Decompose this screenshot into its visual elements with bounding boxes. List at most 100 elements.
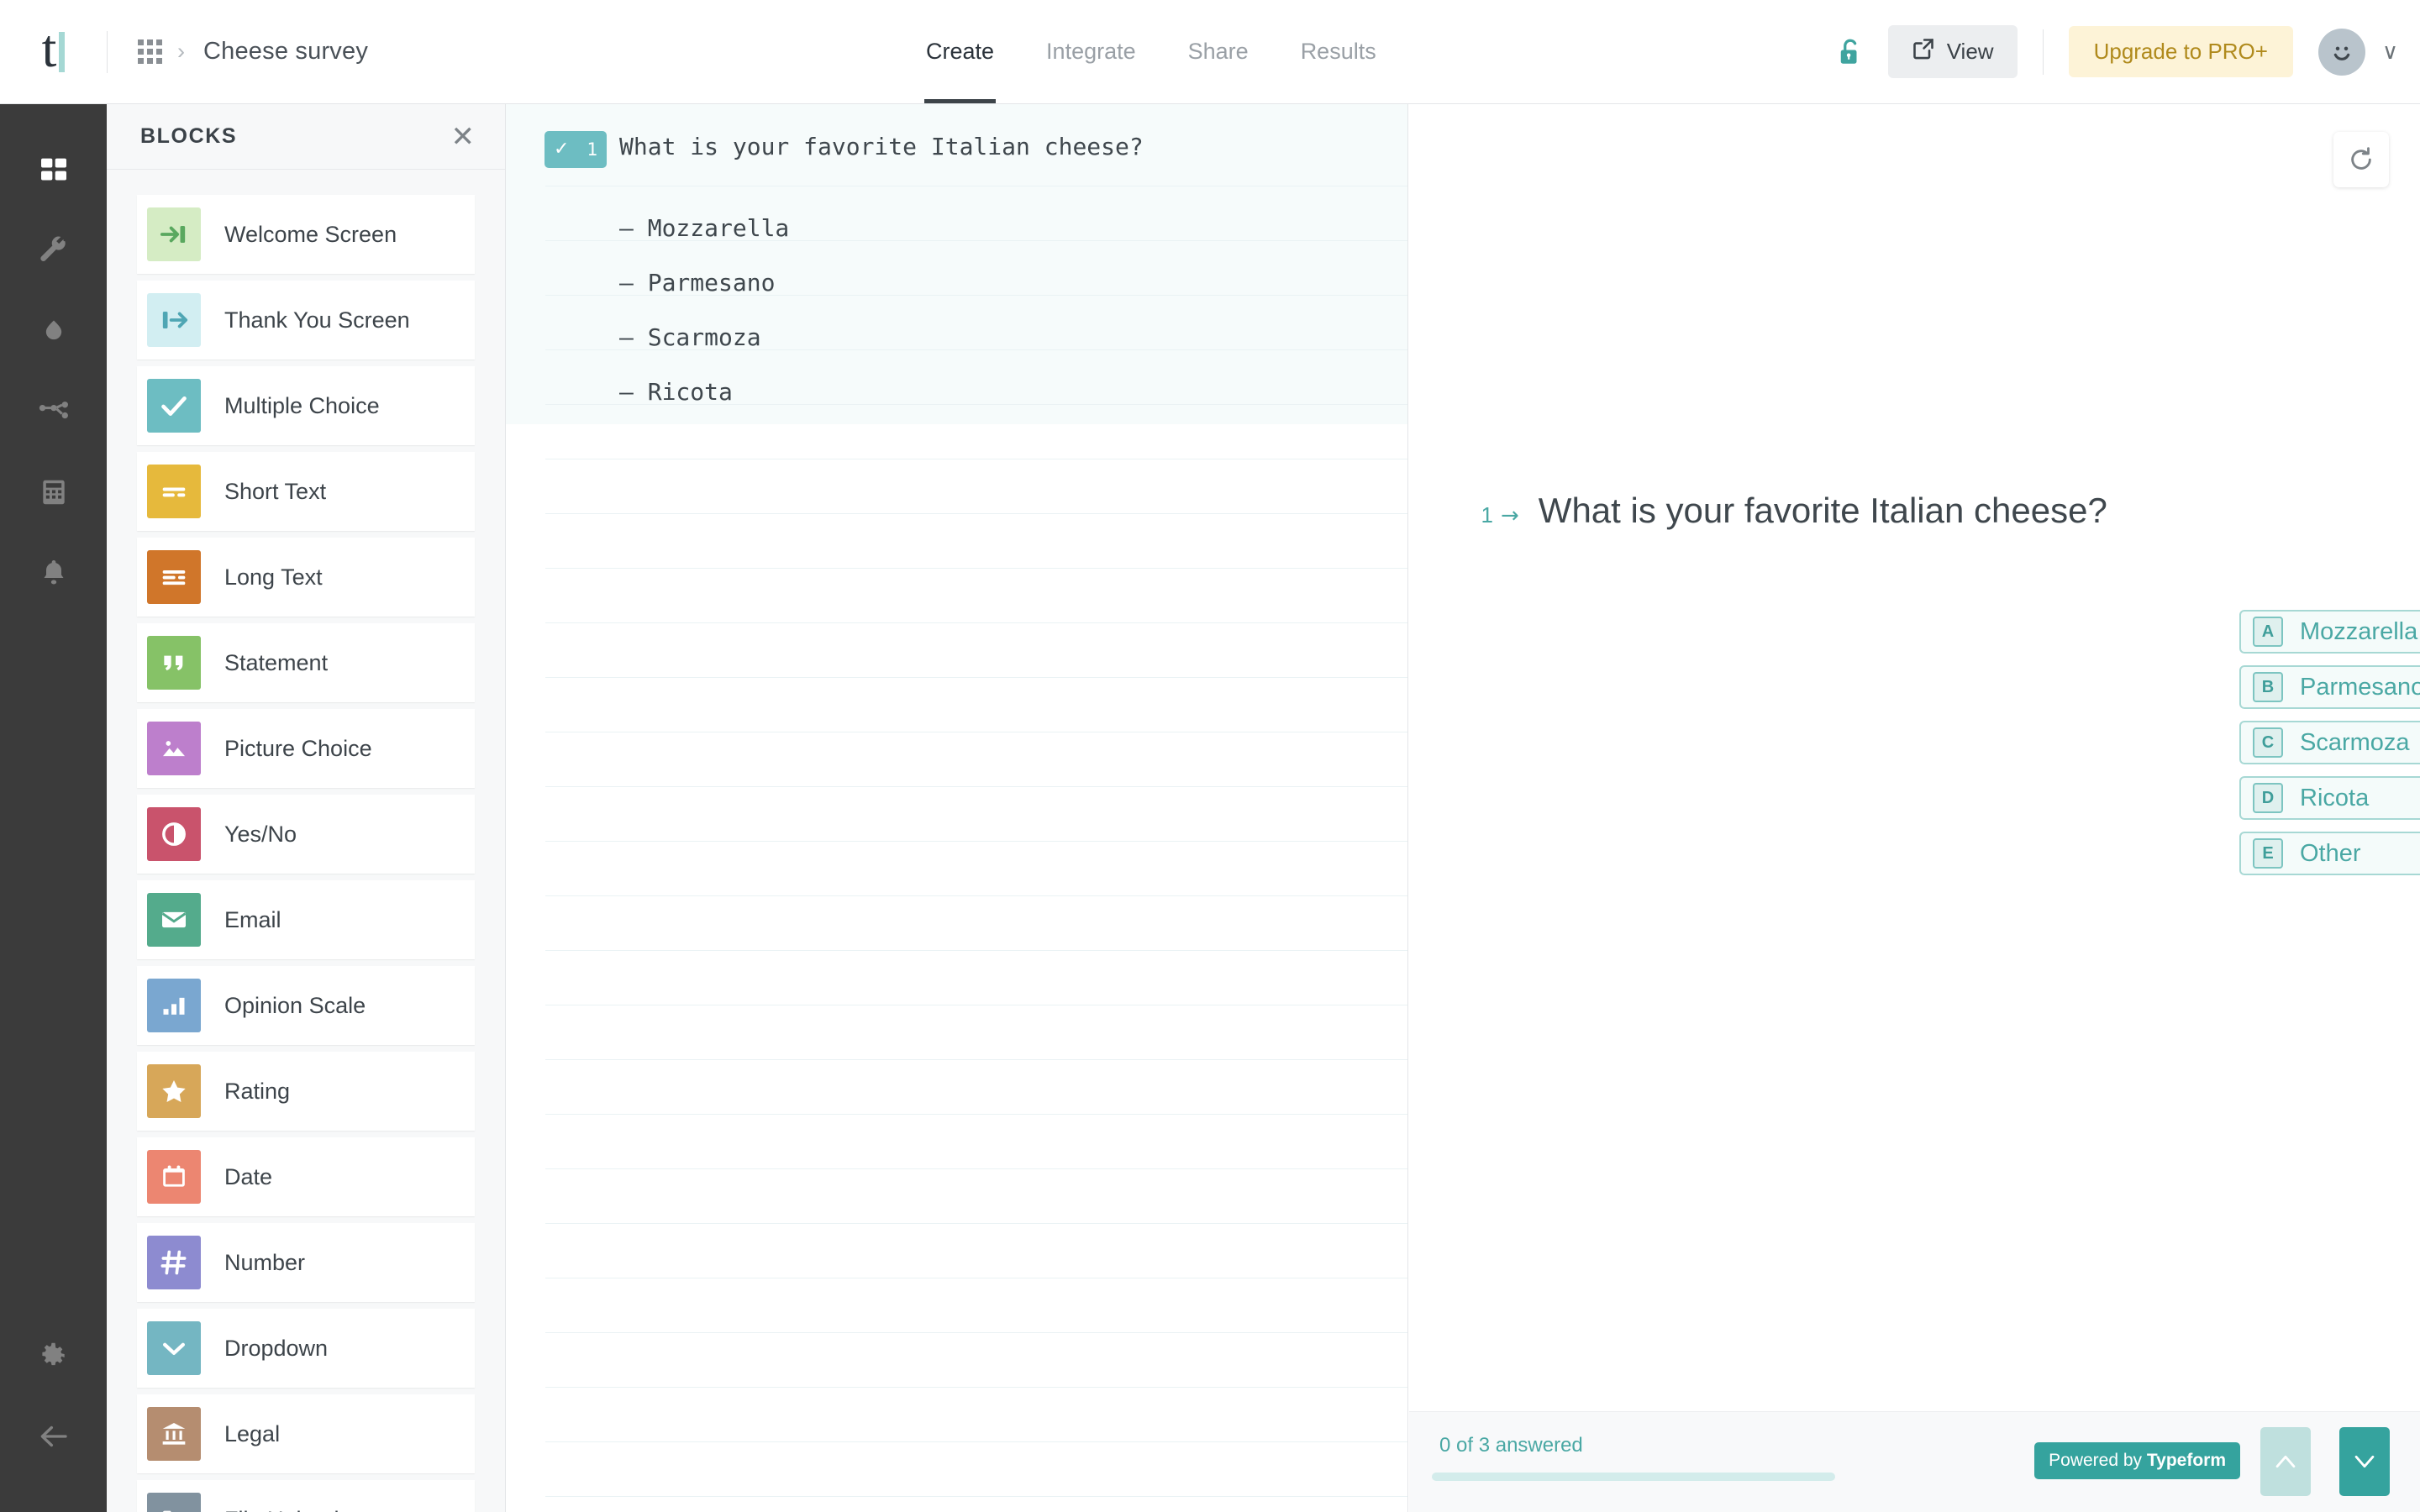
- bar-chart-icon: [163, 997, 185, 1015]
- tab-integrate[interactable]: Integrate: [1044, 0, 1138, 103]
- editor-question-title[interactable]: What is your favorite Italian cheese?: [619, 133, 1144, 160]
- block-item-number[interactable]: Number: [137, 1223, 475, 1302]
- block-item-rating[interactable]: Rating: [137, 1052, 475, 1131]
- arrow-left-icon: [40, 1425, 67, 1447]
- editor-rule: [545, 786, 1407, 787]
- editor-choice-4[interactable]: – Ricota: [619, 378, 733, 406]
- editor-rule: [545, 1387, 1407, 1388]
- block-item-file-upload[interactable]: File Upload: [137, 1480, 475, 1512]
- form-title[interactable]: Cheese survey: [203, 38, 368, 66]
- sidebar-item-settings[interactable]: [0, 1315, 107, 1396]
- question-number: 1: [587, 139, 597, 160]
- editor-rule: [545, 568, 1407, 569]
- account-chevron-down-icon[interactable]: ∨: [2382, 39, 2398, 65]
- tab-results[interactable]: Results: [1299, 0, 1378, 103]
- chevron-up-icon: [2275, 1455, 2296, 1468]
- logo-cursor-icon: [59, 31, 66, 72]
- preview-nav-down-button[interactable]: [2339, 1427, 2390, 1496]
- sidebar-item-back[interactable]: [0, 1396, 107, 1477]
- gear-icon: [41, 1342, 65, 1366]
- preview-question-text: What is your favorite Italian cheese?: [1538, 491, 2107, 530]
- unlocked-padlock-icon[interactable]: [1838, 37, 1863, 67]
- block-item-welcome-screen[interactable]: Welcome Screen: [137, 195, 475, 274]
- block-item-yes-no[interactable]: Yes/No: [137, 795, 475, 874]
- block-item-dropdown[interactable]: Dropdown: [137, 1309, 475, 1388]
- preview-nav-up-button[interactable]: [2260, 1427, 2311, 1496]
- preview-choice-label: Parmesano: [2300, 673, 2420, 701]
- logo-letter: t: [41, 18, 57, 78]
- enter-arrow-icon: [160, 226, 186, 243]
- preview-choice-d[interactable]: D Ricota: [2239, 776, 2420, 820]
- envelope-icon: [147, 893, 201, 947]
- block-item-label: Short Text: [224, 478, 327, 504]
- block-item-label: Number: [224, 1249, 306, 1275]
- editor-rule: [545, 513, 1407, 514]
- block-item-label: Welcome Screen: [224, 221, 397, 247]
- editor-choice-3[interactable]: – Scarmoza: [619, 323, 761, 351]
- preview-choices: A Mozzarella B Parmesano C Scarmoza D Ricota E Ot…: [2239, 610, 2420, 887]
- check-icon: ✓: [554, 139, 570, 160]
- block-item-multiple-choice[interactable]: Multiple Choice: [137, 366, 475, 445]
- apps-grid-icon[interactable]: [138, 39, 162, 64]
- block-item-label: Thank You Screen: [224, 307, 410, 333]
- editor-rule: [545, 1168, 1407, 1169]
- choice-key-badge: D: [2253, 783, 2283, 813]
- typeform-builder-app: t › Cheese survey Create Integrate Share…: [0, 0, 2420, 1512]
- upgrade-button[interactable]: Upgrade to PRO+: [2068, 26, 2293, 77]
- star-icon: [147, 1064, 201, 1118]
- image-icon: [163, 741, 185, 757]
- avatar[interactable]: [2317, 28, 2365, 76]
- hash-icon: [160, 1250, 187, 1275]
- editor-choice-2[interactable]: – Parmesano: [619, 269, 775, 297]
- block-item-label: Opinion Scale: [224, 992, 366, 1018]
- editor-rule: [545, 1223, 1407, 1224]
- block-item-email[interactable]: Email: [137, 880, 475, 959]
- sidebar-item-blocks[interactable]: [0, 129, 107, 210]
- editor-rule: [545, 1441, 1407, 1442]
- preview-choice-b[interactable]: B Parmesano: [2239, 665, 2420, 709]
- preview-choice-label: Other: [2300, 839, 2361, 867]
- choice-key-badge: C: [2253, 727, 2283, 758]
- editor-rule: [545, 895, 1407, 896]
- refresh-button[interactable]: [2333, 132, 2389, 187]
- block-item-short-text[interactable]: Short Text: [137, 452, 475, 531]
- block-item-long-text[interactable]: Long Text: [137, 538, 475, 617]
- breadcrumb-chevron-icon: ›: [177, 39, 185, 64]
- check-icon: [147, 379, 201, 433]
- block-item-thank-you-screen[interactable]: Thank You Screen: [137, 281, 475, 360]
- top-bar: t › Cheese survey Create Integrate Share…: [0, 0, 2420, 104]
- sidebar-item-calculator[interactable]: [0, 452, 107, 533]
- bell-icon: [44, 560, 63, 585]
- blocks-panel: BLOCKS ✕ Welcome Screen Thank You Screen M…: [107, 104, 506, 1512]
- block-item-statement[interactable]: Statement: [137, 623, 475, 702]
- typeform-logo[interactable]: t: [0, 0, 107, 103]
- header-actions-divider: [2042, 29, 2044, 75]
- tab-create[interactable]: Create: [924, 0, 997, 103]
- preview-choice-e[interactable]: E Other: [2239, 832, 2420, 875]
- sidebar-item-logic[interactable]: [0, 371, 107, 452]
- view-button[interactable]: View: [1887, 25, 2018, 78]
- close-icon[interactable]: ✕: [451, 123, 476, 151]
- sidebar-item-theme[interactable]: [0, 291, 107, 371]
- block-item-date[interactable]: Date: [137, 1137, 475, 1216]
- question-type-badge[interactable]: ✓ 1: [544, 131, 607, 168]
- preview-choice-a[interactable]: A Mozzarella: [2239, 610, 2420, 654]
- left-icon-rail: [0, 104, 107, 1512]
- blocks-grid-icon: [40, 158, 66, 181]
- powered-by-badge[interactable]: Powered by Typeform: [2034, 1442, 2240, 1479]
- block-item-picture-choice[interactable]: Picture Choice: [137, 709, 475, 788]
- tab-share[interactable]: Share: [1186, 0, 1250, 103]
- block-item-legal[interactable]: Legal: [137, 1394, 475, 1473]
- sidebar-item-notifications[interactable]: [0, 533, 107, 613]
- powered-by-brand: Typeform: [2146, 1451, 2226, 1470]
- chevron-down-icon: [147, 1321, 201, 1375]
- sidebar-item-design[interactable]: [0, 210, 107, 291]
- editor-rule: [545, 1059, 1407, 1060]
- editor-choice-1[interactable]: – Mozzarella: [619, 214, 789, 242]
- block-item-opinion-scale[interactable]: Opinion Scale: [137, 966, 475, 1045]
- editor-ruled-lines: [506, 104, 1407, 1512]
- calendar-icon: [147, 1150, 201, 1204]
- enter-arrow-icon: [147, 207, 201, 261]
- long-lines-icon: [147, 550, 201, 604]
- preview-choice-c[interactable]: C Scarmoza: [2239, 721, 2420, 764]
